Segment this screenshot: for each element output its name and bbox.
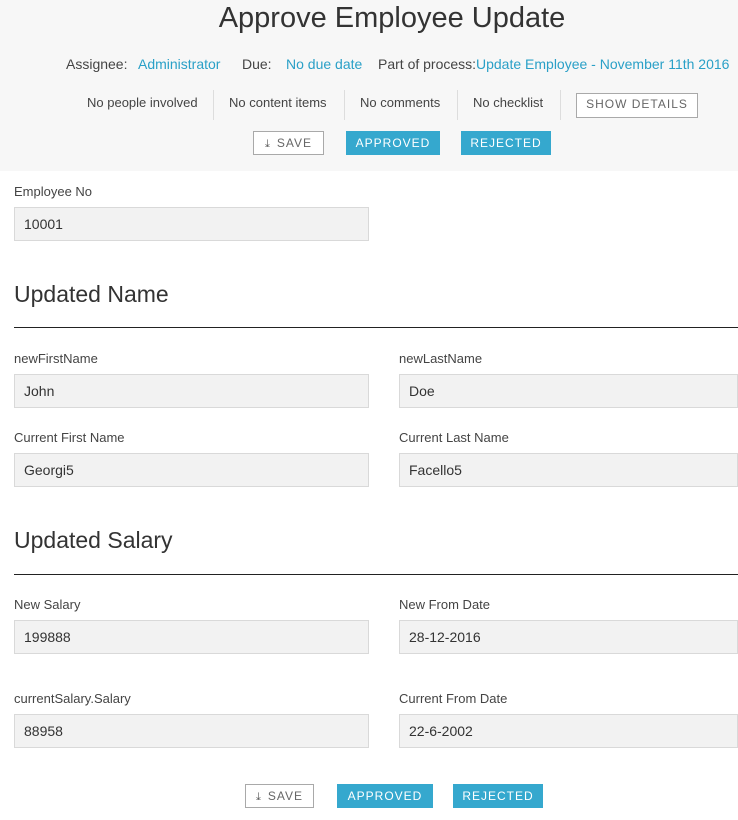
employee-no-label: Employee No bbox=[14, 184, 93, 199]
assignee-label: Assignee: bbox=[66, 56, 128, 72]
employee-no-input[interactable]: 10001 bbox=[14, 207, 369, 241]
approved-button[interactable]: APPROVED bbox=[337, 784, 433, 808]
new-last-name-label: newLastName bbox=[399, 351, 483, 366]
current-from-date-label: Current From Date bbox=[399, 691, 508, 706]
current-last-name-label: Current Last Name bbox=[399, 430, 509, 445]
approved-button[interactable]: APPROVED bbox=[346, 131, 440, 155]
section-title-updated-name: Updated Name bbox=[14, 281, 169, 307]
rejected-button[interactable]: REJECTED bbox=[453, 784, 543, 808]
current-first-name-label: Current First Name bbox=[14, 430, 125, 445]
download-icon: ⤓ bbox=[265, 138, 271, 150]
rejected-button[interactable]: REJECTED bbox=[461, 131, 551, 155]
new-last-name-input[interactable]: Doe bbox=[399, 374, 738, 408]
new-from-date-label: New From Date bbox=[399, 597, 491, 612]
current-salary-input[interactable]: 88958 bbox=[14, 714, 369, 748]
show-details-button[interactable]: SHOW DETAILS bbox=[576, 93, 698, 118]
divider bbox=[560, 90, 561, 120]
people-involved[interactable]: No people involved bbox=[87, 95, 198, 111]
due-label: Due: bbox=[242, 56, 272, 72]
process-link[interactable]: Update Employee - November 11th 2016 bbox=[476, 56, 729, 72]
save-label: SAVE bbox=[276, 136, 312, 150]
save-label: SAVE bbox=[267, 789, 303, 803]
section-divider bbox=[14, 574, 738, 575]
save-button[interactable]: ⤓ SAVE bbox=[253, 131, 324, 155]
current-from-date-input[interactable]: 22-6-2002 bbox=[399, 714, 738, 748]
task-header: Approve Employee Update Assignee: Admini… bbox=[0, 0, 738, 171]
assignee-link[interactable]: Administrator bbox=[138, 56, 220, 72]
new-from-date-input[interactable]: 28-12-2016 bbox=[399, 620, 738, 654]
content-items[interactable]: No content items bbox=[229, 95, 327, 111]
current-last-name-input[interactable]: Facello5 bbox=[399, 453, 738, 487]
new-first-name-input[interactable]: John bbox=[14, 374, 369, 408]
new-salary-input[interactable]: 199888 bbox=[14, 620, 369, 654]
divider bbox=[213, 90, 214, 120]
save-button[interactable]: ⤓ SAVE bbox=[245, 784, 314, 808]
section-divider bbox=[14, 327, 738, 328]
divider bbox=[457, 90, 458, 120]
comments[interactable]: No comments bbox=[360, 95, 440, 111]
new-salary-label: New Salary bbox=[14, 597, 81, 612]
section-title-updated-salary: Updated Salary bbox=[14, 527, 173, 553]
checklist[interactable]: No checklist bbox=[473, 95, 543, 111]
process-label: Part of process: bbox=[378, 56, 477, 72]
current-salary-label: currentSalary.Salary bbox=[14, 691, 131, 706]
due-date-link[interactable]: No due date bbox=[286, 56, 362, 72]
page-title: Approve Employee Update bbox=[218, 2, 566, 34]
divider bbox=[344, 90, 345, 120]
download-icon: ⤓ bbox=[256, 791, 262, 803]
current-first-name-input[interactable]: Georgi5 bbox=[14, 453, 369, 487]
new-first-name-label: newFirstName bbox=[14, 351, 98, 366]
